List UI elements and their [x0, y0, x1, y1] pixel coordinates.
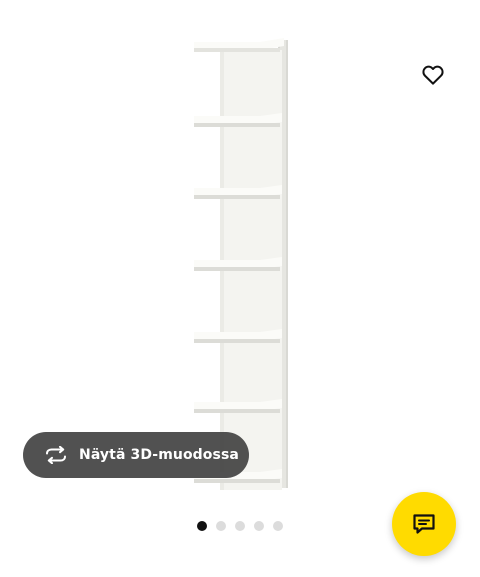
heart-outline-icon	[422, 65, 444, 85]
view-3d-button[interactable]: Näytä 3D-muodossa	[23, 432, 249, 478]
product-image	[194, 38, 288, 490]
rotate-arrows-icon	[43, 445, 69, 465]
carousel-dot-1[interactable]	[197, 521, 207, 531]
carousel-dot-4[interactable]	[254, 521, 264, 531]
favourite-button[interactable]	[414, 56, 452, 94]
chat-button[interactable]	[392, 492, 456, 556]
chat-bubble-icon	[413, 514, 435, 534]
carousel-dot-2[interactable]	[216, 521, 226, 531]
carousel-dot-3[interactable]	[235, 521, 245, 531]
carousel-pagination	[197, 521, 283, 531]
product-image-gallery[interactable]: Näytä 3D-muodossa	[0, 0, 480, 577]
carousel-dot-5[interactable]	[273, 521, 283, 531]
view-3d-label: Näytä 3D-muodossa	[79, 447, 239, 463]
